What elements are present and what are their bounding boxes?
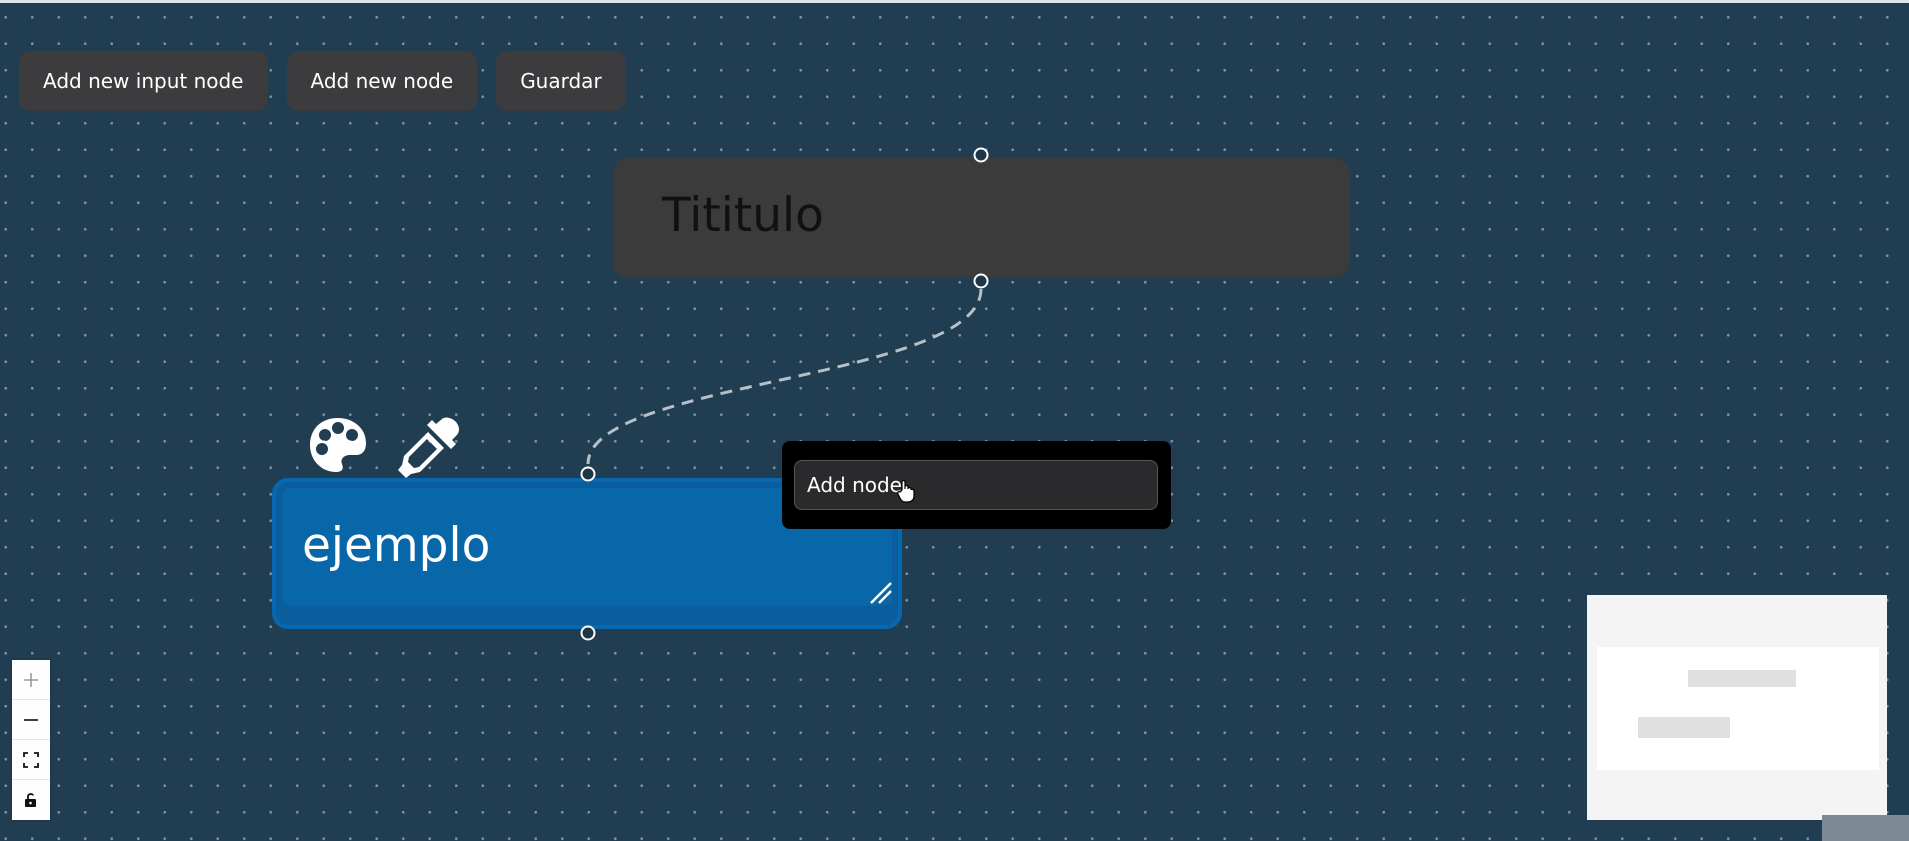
zoom-in-button[interactable]	[12, 660, 50, 700]
palette-icon[interactable]	[308, 416, 368, 474]
zoom-out-icon	[24, 718, 38, 721]
minimap[interactable]	[1587, 595, 1887, 820]
add-node-button[interactable]: Add new node	[286, 51, 478, 111]
zoom-in-icon	[24, 672, 38, 687]
flow-controls	[12, 660, 50, 820]
save-button[interactable]: Guardar	[496, 51, 626, 111]
add-input-node-button[interactable]: Add new input node	[19, 51, 268, 111]
node-ejemplo-source-handle[interactable]	[580, 625, 596, 641]
toolbar: Add new input node Add new node Guardar	[19, 51, 626, 111]
node-title[interactable]: Tititulo	[613, 158, 1349, 277]
top-border	[0, 0, 1909, 3]
add-node-input[interactable]	[794, 460, 1158, 510]
minimap-viewport[interactable]	[1597, 647, 1879, 770]
fit-view-button[interactable]	[12, 740, 50, 780]
node-title-label: Tititulo	[662, 188, 824, 243]
zoom-out-button[interactable]	[12, 700, 50, 740]
attribution-corner	[1822, 815, 1909, 841]
fit-view-icon	[23, 751, 39, 768]
node-title-target-handle[interactable]	[973, 147, 989, 163]
lock-button[interactable]	[12, 780, 50, 820]
node-title-source-handle[interactable]	[973, 273, 989, 289]
add-node-popup	[782, 441, 1171, 529]
eyedropper-icon[interactable]	[398, 416, 460, 478]
lock-icon	[25, 793, 36, 807]
minimap-node	[1638, 717, 1730, 738]
edge-connection[interactable]	[586, 288, 983, 465]
minimap-node	[1688, 670, 1796, 687]
node-ejemplo-target-handle[interactable]	[580, 466, 596, 482]
resize-handle-icon[interactable]	[868, 580, 894, 606]
node-ejemplo-label: ejemplo	[302, 518, 491, 573]
